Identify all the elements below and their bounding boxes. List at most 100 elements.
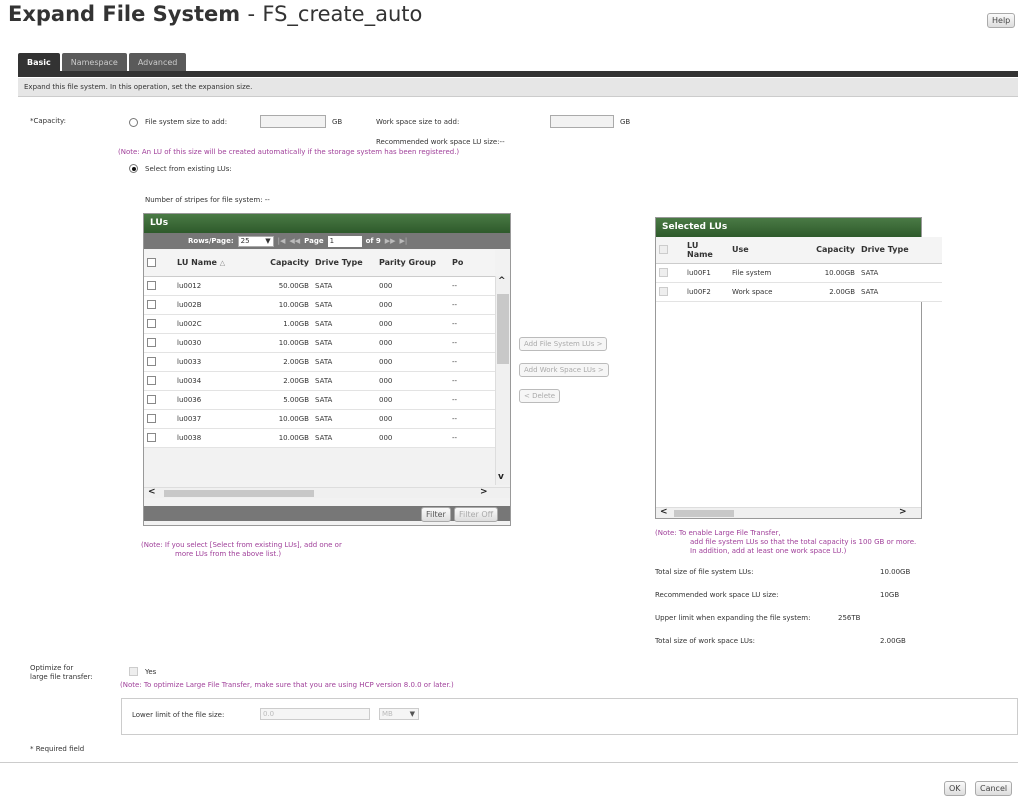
col-capacity[interactable]: Capacity [793,237,858,264]
prev-page-icon[interactable]: ◀◀ [289,237,300,245]
fs-size-input[interactable] [260,115,326,128]
existing-lus-label: Select from existing LUs: [145,165,232,173]
row-checkbox[interactable] [147,300,156,309]
page-count: of 9 [365,237,381,245]
total-fs-lus-label: Total size of file system LUs: [655,568,754,576]
row-checkbox[interactable] [659,287,668,296]
tab-namespace[interactable]: Namespace [61,53,127,73]
size-unit-value: MB [382,710,393,718]
selected-lus-title: Selected LUs [656,218,921,237]
lower-limit-input[interactable]: 0.0 [260,708,370,720]
title-separator: - [247,2,256,26]
table-row[interactable]: lu0033 2.00GB SATA 000 -- [144,352,495,372]
table-row[interactable]: lu00F2 Work space 2.00GB SATA [656,282,942,302]
filter-button[interactable]: Filter [421,507,451,522]
col-capacity[interactable]: Capacity [238,250,312,277]
select-all-checkbox[interactable] [147,258,156,268]
select-all-cell [656,237,684,264]
first-page-icon[interactable]: |◀ [278,237,286,245]
page-input[interactable]: 1 [327,235,362,247]
optimize-note: (Note: To optimize Large File Transfer, … [120,681,454,689]
tab-basic[interactable]: Basic [18,53,60,73]
recommended-work-space: Recommended work space LU size:-- [376,138,505,146]
selected-note-line2: add file system LUs so that the total ca… [690,538,917,546]
scroll-right-icon[interactable]: > [899,507,907,518]
add-file-system-lus-button[interactable]: Add File System LUs > [519,337,608,351]
col-drive-type[interactable]: Drive Type [858,237,942,264]
lus-vertical-scrollbar[interactable]: ^ v [495,276,510,485]
rows-per-page-label: Rows/Page: [188,237,234,245]
scroll-thumb[interactable] [164,490,314,497]
row-checkbox[interactable] [147,376,156,385]
lower-limit-label: Lower limit of the file size: [132,711,225,719]
optimize-checkbox[interactable] [129,667,138,676]
upper-limit-value: 256TB [838,614,861,622]
col-use[interactable]: Use [729,237,793,264]
scroll-thumb[interactable] [497,294,509,364]
cancel-button[interactable]: Cancel [975,781,1013,796]
lus-panel: LUs Rows/Page: 25 ▼ |◀ ◀◀ Page 1 of 9 ▶▶… [143,213,511,526]
selected-lus-panel: Selected LUs LU Name Use Capacity Drive … [655,217,942,519]
col-drive-type[interactable]: Drive Type [312,250,376,277]
delete-button[interactable]: < Delete [519,389,561,403]
total-fs-lus-value: 10.00GB [880,568,911,576]
row-checkbox[interactable] [147,395,156,404]
table-row[interactable]: lu002B 10.00GB SATA 000 -- [144,295,495,315]
scroll-left-icon[interactable]: < [660,507,668,518]
col-pool[interactable]: Po [449,250,495,277]
table-row[interactable]: lu002C 1.00GB SATA 000 -- [144,314,495,334]
selected-horizontal-scrollbar[interactable]: < > [656,507,921,518]
scroll-up-icon[interactable]: ^ [498,276,506,287]
row-checkbox[interactable] [659,268,668,277]
work-space-size-label: Work space size to add: [376,118,460,126]
lus-horizontal-scrollbar[interactable]: < > [144,487,510,498]
row-checkbox[interactable] [147,319,156,328]
size-to-add-radio[interactable] [129,118,138,127]
scroll-thumb[interactable] [674,510,734,517]
row-checkbox[interactable] [147,414,156,423]
table-row[interactable]: lu0034 2.00GB SATA 000 -- [144,371,495,391]
scroll-left-icon[interactable]: < [148,487,156,498]
rows-per-page-value: 25 [240,237,250,245]
tab-underline [18,71,1018,77]
add-work-space-lus-button[interactable]: Add Work Space LUs > [519,363,609,377]
table-row[interactable]: lu0012 50.00GB SATA 000 -- [144,276,495,296]
col-parity-group[interactable]: Parity Group [376,250,449,277]
existing-lus-radio[interactable] [129,164,138,173]
total-ws-lus-label: Total size of work space LUs: [655,637,755,645]
select-all-checkbox[interactable] [659,245,668,255]
lus-note-line2: more LUs from the above list.) [175,550,282,558]
optimize-label-line2: large file transfer: [30,673,93,681]
last-page-icon[interactable]: ▶| [400,237,408,245]
scroll-right-icon[interactable]: > [480,487,488,498]
dialog-title: Expand File System [8,2,241,26]
col-lu-name[interactable]: LU Name △ [174,250,238,277]
table-row[interactable]: lu0038 10.00GB SATA 000 -- [144,428,495,448]
ok-button[interactable]: OK [944,781,966,796]
filter-bar: Filter Filter Off [144,506,510,522]
table-row[interactable]: lu0030 10.00GB SATA 000 -- [144,333,495,353]
next-page-icon[interactable]: ▶▶ [385,237,396,245]
table-row[interactable]: lu0036 5.00GB SATA 000 -- [144,390,495,410]
recommended-ws-value: 10GB [880,591,900,599]
auto-create-note: (Note: An LU of this size will be create… [118,148,460,156]
scroll-down-icon[interactable]: v [498,472,504,483]
row-checkbox[interactable] [147,433,156,442]
filter-off-button[interactable]: Filter Off [454,507,499,522]
col-lu-name[interactable]: LU Name [684,237,729,264]
help-button[interactable]: Help [987,13,1016,28]
row-checkbox[interactable] [147,357,156,366]
rows-per-page-select[interactable]: 25 ▼ [237,235,274,247]
total-ws-lus-value: 2.00GB [880,637,906,645]
file-system-name: FS_create_auto [262,2,423,26]
table-row[interactable]: lu0037 10.00GB SATA 000 -- [144,409,495,429]
work-space-size-input[interactable] [550,115,614,128]
row-checkbox[interactable] [147,338,156,347]
selected-lus-table: LU Name Use Capacity Drive Type lu00F1 Fi… [656,237,942,302]
page-label: Page [304,237,324,245]
size-unit-select[interactable]: MB ▼ [379,708,419,720]
optimize-yes-label: Yes [145,668,157,676]
tab-advanced[interactable]: Advanced [128,53,187,73]
row-checkbox[interactable] [147,281,156,290]
table-row[interactable]: lu00F1 File system 10.00GB SATA [656,263,942,283]
